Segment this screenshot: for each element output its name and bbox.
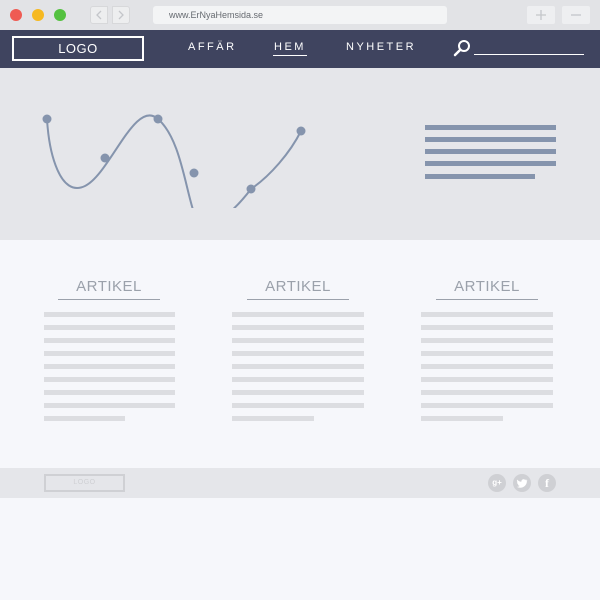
site-header: LOGO AFFÄR HEM NYHETER [0, 30, 600, 68]
hero-text-line [425, 149, 556, 154]
hero-text-line [425, 161, 556, 166]
article-text-line [44, 312, 175, 317]
article-text-line [421, 416, 503, 421]
article-text-line [44, 377, 175, 382]
search-icon[interactable] [452, 38, 472, 58]
minimize-window-button[interactable] [32, 9, 44, 21]
graph-point [296, 126, 306, 136]
article-text-line [44, 403, 175, 408]
article-text-line [44, 325, 175, 330]
site-footer: LOGO g+ f [0, 468, 600, 498]
article-text-line [44, 416, 125, 421]
minimize-button[interactable] [562, 6, 590, 24]
facebook-icon[interactable]: f [538, 474, 556, 492]
search-input[interactable] [474, 54, 584, 55]
minus-icon [571, 14, 581, 16]
footer-logo[interactable]: LOGO [44, 474, 125, 492]
graph-point [189, 168, 199, 178]
graph-point [100, 153, 110, 163]
article-text-line [232, 312, 364, 317]
graph-point [246, 184, 256, 194]
article-text-line [232, 338, 364, 343]
article-title-underline [247, 299, 349, 300]
article-text-line [421, 351, 553, 356]
chevron-right-icon [118, 10, 124, 20]
article-title[interactable]: ARTIKEL [247, 278, 349, 295]
article-text-line [421, 390, 553, 395]
article-title-underline [436, 299, 538, 300]
article-title-underline [58, 299, 160, 300]
chevron-left-icon [96, 10, 102, 20]
article-text-line [232, 390, 364, 395]
article-text-line [232, 364, 364, 369]
forward-button[interactable] [112, 6, 130, 24]
article-text-line [421, 338, 553, 343]
active-nav-underline [273, 55, 307, 56]
article-title[interactable]: ARTIKEL [58, 278, 160, 295]
nav-link-hem[interactable]: HEM [274, 41, 306, 53]
back-button[interactable] [90, 6, 108, 24]
article-text-line [44, 338, 175, 343]
nav-link-affar[interactable]: AFFÄR [188, 41, 237, 53]
twitter-icon[interactable] [513, 474, 531, 492]
browser-chrome: www.ErNyaHemsida.se [0, 0, 600, 30]
graph-point [42, 114, 52, 124]
article-title[interactable]: ARTIKEL [436, 278, 538, 295]
new-tab-button[interactable] [527, 6, 555, 24]
close-window-button[interactable] [10, 9, 22, 21]
header-logo[interactable]: LOGO [12, 36, 144, 61]
article-text-line [421, 325, 553, 330]
google-plus-icon[interactable]: g+ [488, 474, 506, 492]
hero-text-line [425, 137, 556, 142]
hero-text-line [425, 174, 535, 179]
article-text-line [421, 312, 553, 317]
article-text-line [421, 403, 553, 408]
article-text-line [232, 403, 364, 408]
plus-icon [536, 10, 546, 20]
address-bar[interactable]: www.ErNyaHemsida.se [153, 6, 447, 24]
article-text-line [232, 351, 364, 356]
hero-line-graph [42, 114, 306, 208]
article-text-line [44, 390, 175, 395]
nav-link-nyheter[interactable]: NYHETER [346, 41, 416, 53]
article-text-line [421, 364, 553, 369]
hero-section [0, 68, 600, 240]
twitter-bird-glyph [516, 479, 528, 488]
hero-text-line [425, 125, 556, 130]
maximize-window-button[interactable] [54, 9, 66, 21]
article-text-line [421, 377, 553, 382]
article-text-line [232, 416, 314, 421]
article-text-line [232, 325, 364, 330]
article-text-line [44, 351, 175, 356]
graph-point [153, 114, 163, 124]
article-text-line [232, 377, 364, 382]
article-text-line [44, 364, 175, 369]
